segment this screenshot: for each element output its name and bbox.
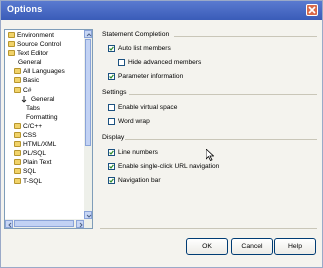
folder-icon	[8, 41, 15, 48]
scroll-thumb[interactable]	[85, 39, 91, 146]
tree-item-label: Environment	[17, 32, 55, 39]
folder-icon	[14, 159, 21, 166]
navigation-bar-checkbox[interactable]	[108, 177, 115, 184]
folder-icon	[8, 32, 15, 38]
hide-advanced-members-checkbox[interactable]	[118, 59, 125, 66]
tree-item[interactable]: T-SQL	[5, 177, 84, 186]
auto-list-members-label: Auto list members	[118, 45, 171, 52]
tree-horizontal-scrollbar[interactable]	[5, 219, 92, 228]
scroll-thumb-horizontal[interactable]	[14, 220, 74, 227]
tree-rows: Environment Source Control Text Editor Gene…	[5, 31, 84, 186]
tree-item-label: T-SQL	[23, 177, 43, 185]
checkmark-icon	[109, 164, 114, 169]
statement-completion-heading: Statement Completion	[102, 31, 170, 38]
tree-vertical-scrollbar[interactable]	[84, 30, 92, 219]
tree-item-label: HTML/XML	[23, 141, 57, 149]
group-divider	[125, 139, 317, 140]
tree-item-label: SQL	[23, 168, 37, 176]
tree-item[interactable]: Basic	[5, 76, 84, 85]
single-click-url-label: Enable single-click URL navigation	[118, 163, 220, 170]
tree-item-label: General	[18, 59, 42, 67]
tree-item-label: All Languages	[23, 68, 65, 76]
tree-item[interactable]: Plain Text	[5, 158, 84, 167]
tree-item-label: PL/SQL	[23, 150, 47, 158]
enable-virtual-space-label: Enable virtual space	[118, 104, 178, 111]
word-wrap-label: Word wrap	[118, 118, 150, 125]
close-icon	[308, 6, 316, 14]
tree-item[interactable]: General	[5, 95, 84, 104]
footer-divider	[100, 228, 317, 229]
checkmark-icon	[109, 178, 114, 183]
tree-item-label: Source Control	[17, 41, 61, 49]
scroll-up-button[interactable]	[84, 30, 92, 38]
mouse-cursor-icon	[206, 149, 214, 161]
tree-item-label: C#	[23, 86, 32, 94]
scroll-down-button[interactable]	[84, 211, 92, 219]
window-title: Options	[7, 4, 43, 14]
tree-item[interactable]: Text Editor	[5, 49, 84, 58]
tree-item[interactable]: PL/SQL	[5, 149, 84, 158]
folder-icon	[14, 141, 21, 148]
tree-item-label: Text Editor	[17, 50, 49, 58]
tree-item[interactable]: SQL	[5, 167, 84, 176]
folder-icon	[14, 132, 21, 139]
folder-icon	[14, 150, 21, 157]
single-click-url-checkbox[interactable]	[108, 163, 115, 170]
category-tree[interactable]: Environment Source Control Text Editor Gene…	[4, 29, 93, 229]
tree-item[interactable]: Source Control	[5, 40, 84, 49]
tree-item-label: Basic	[23, 77, 40, 85]
tree-item[interactable]: CSS	[5, 131, 84, 140]
tree-item-label: Formatting	[26, 113, 58, 121]
scroll-right-button[interactable]	[76, 220, 84, 228]
tree-item[interactable]: Environment	[5, 31, 84, 40]
tree-item-label: Tabs	[26, 104, 40, 112]
tree-item[interactable]: C#	[5, 86, 84, 95]
tree-item[interactable]: Tabs	[5, 104, 84, 113]
folder-icon	[8, 50, 15, 57]
chevron-up-icon	[86, 33, 92, 37]
help-button[interactable]: Help	[274, 238, 316, 255]
arrow-down-icon	[21, 95, 27, 103]
tree-item[interactable]: HTML/XML	[5, 140, 84, 149]
navigation-bar-label: Navigation bar	[118, 177, 161, 184]
tree-item[interactable]: General	[5, 58, 84, 67]
folder-icon	[14, 177, 21, 184]
auto-list-members-checkbox[interactable]	[108, 45, 115, 52]
tree-item[interactable]: Formatting	[5, 113, 84, 122]
title-bar[interactable]: Options	[1, 1, 322, 20]
checkmark-icon	[109, 74, 114, 79]
tree-item[interactable]: All Languages	[5, 67, 84, 76]
display-heading: Display	[102, 134, 125, 141]
folder-icon	[14, 77, 21, 84]
group-divider	[174, 36, 317, 37]
close-button[interactable]	[306, 4, 318, 16]
folder-icon	[14, 122, 21, 129]
group-divider	[129, 94, 317, 95]
line-numbers-checkbox[interactable]	[108, 149, 115, 156]
folder-icon	[14, 68, 21, 75]
ok-button[interactable]: OK	[186, 238, 228, 255]
hide-advanced-members-label: Hide advanced members	[128, 59, 202, 66]
parameter-information-label: Parameter information	[118, 73, 184, 80]
parameter-information-checkbox[interactable]	[108, 73, 115, 80]
cancel-button[interactable]: Cancel	[231, 238, 273, 255]
tree-item-label: General	[31, 95, 55, 103]
word-wrap-checkbox[interactable]	[108, 118, 115, 125]
tree-item-label: Plain Text	[23, 159, 52, 167]
tree-item[interactable]: C/C++	[5, 122, 84, 131]
folder-icon	[14, 168, 21, 175]
folder-icon	[14, 86, 21, 93]
checkmark-icon	[109, 150, 114, 155]
scroll-left-button[interactable]	[5, 220, 13, 228]
tree-item-label: C/C++	[23, 122, 43, 130]
chevron-right-icon	[79, 222, 83, 228]
checkmark-icon	[109, 46, 114, 51]
line-numbers-label: Line numbers	[118, 149, 158, 156]
settings-heading: Settings	[102, 89, 127, 96]
enable-virtual-space-checkbox[interactable]	[108, 104, 115, 111]
options-dialog: Options Environment Source Control Text Ed…	[0, 0, 323, 268]
chevron-left-icon	[8, 222, 12, 228]
tree-item-label: CSS	[23, 132, 37, 140]
